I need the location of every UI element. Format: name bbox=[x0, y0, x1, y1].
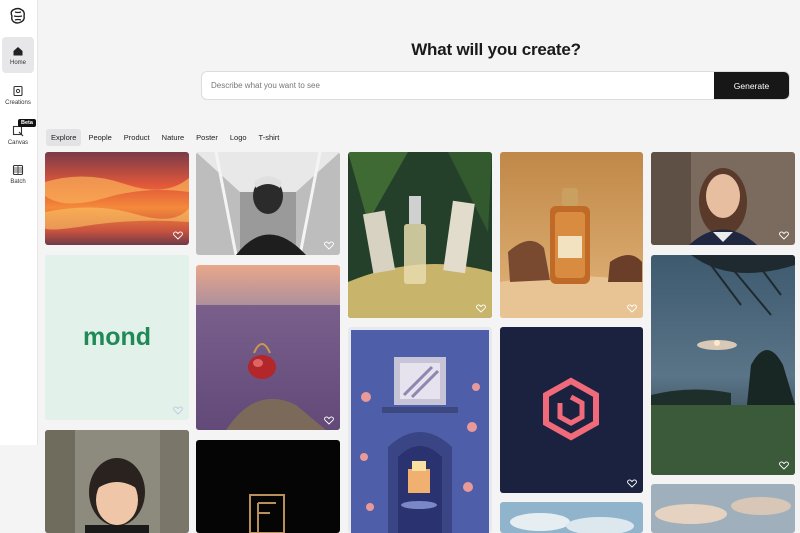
mond-logo-image: mond bbox=[83, 323, 151, 351]
favorite-heart-icon[interactable] bbox=[476, 304, 486, 313]
generate-button[interactable]: Generate bbox=[714, 72, 789, 99]
sidebar-item-label: Creations bbox=[5, 99, 31, 106]
sunset-clouds-image bbox=[45, 152, 189, 245]
perfume-gold-image bbox=[500, 152, 643, 318]
favorite-heart-icon[interactable] bbox=[779, 461, 789, 470]
category-tabs: Explore People Product Nature Poster Log… bbox=[46, 129, 284, 146]
gallery-card-serum-bottle[interactable] bbox=[348, 152, 492, 318]
gallery-card-perfume-lavender[interactable] bbox=[196, 265, 340, 430]
gold-letter-logo-image bbox=[249, 494, 285, 533]
sidebar-item-batch[interactable]: Batch bbox=[2, 156, 34, 192]
tab-product[interactable]: Product bbox=[119, 129, 155, 146]
moonlit-landscape-image bbox=[651, 255, 795, 475]
favorite-heart-icon[interactable] bbox=[173, 406, 183, 415]
fireplace-illustration-image bbox=[351, 330, 489, 533]
prompt-bar: Generate bbox=[201, 71, 790, 100]
sky-clouds-image bbox=[500, 502, 643, 533]
gallery-card-man-portrait-bw[interactable] bbox=[196, 152, 340, 255]
gallery-card-sky-clouds[interactable] bbox=[500, 502, 643, 533]
gallery-card-girl-portrait[interactable] bbox=[45, 430, 189, 533]
serum-bottle-image bbox=[348, 152, 492, 318]
hexagon-logo-image bbox=[543, 377, 599, 441]
tab-poster[interactable]: Poster bbox=[191, 129, 223, 146]
gallery-card-fireplace-illustration[interactable] bbox=[348, 327, 492, 533]
tab-nature[interactable]: Nature bbox=[157, 129, 190, 146]
man-portrait-image bbox=[196, 152, 340, 255]
gallery-card-moonlit-landscape[interactable] bbox=[651, 255, 795, 475]
girl-portrait-image bbox=[45, 430, 189, 533]
prompt-input[interactable] bbox=[202, 72, 714, 99]
favorite-heart-icon[interactable] bbox=[779, 231, 789, 240]
sidebar-item-label: Home bbox=[9, 59, 26, 66]
gallery-card-sunset-clouds[interactable] bbox=[45, 152, 189, 245]
tab-people[interactable]: People bbox=[83, 129, 116, 146]
perfume-lavender-image bbox=[196, 265, 340, 430]
sidebar-item-label: Canvas bbox=[7, 139, 29, 146]
gallery-card-woman-portrait[interactable] bbox=[651, 152, 795, 245]
sidebar-item-home[interactable]: Home bbox=[2, 37, 34, 73]
tab-logo[interactable]: Logo bbox=[225, 129, 252, 146]
gallery-card-hexagon-logo[interactable] bbox=[500, 327, 643, 493]
gallery-card-perfume-gold[interactable] bbox=[500, 152, 643, 318]
sidebar: Home Creations Canvas Beta Batch bbox=[0, 0, 38, 445]
favorite-heart-icon[interactable] bbox=[324, 416, 334, 425]
gallery-card-gold-letter-logo[interactable] bbox=[196, 440, 340, 533]
evening-sky-image bbox=[651, 484, 795, 533]
tab-tshirt[interactable]: T-shirt bbox=[254, 129, 285, 146]
home-icon bbox=[13, 46, 23, 55]
image-icon bbox=[13, 85, 23, 96]
sidebar-item-creations[interactable]: Creations bbox=[2, 77, 34, 113]
gallery-card-mond-logo[interactable]: mond bbox=[45, 255, 189, 420]
mond-logo-text: mond bbox=[83, 323, 151, 351]
tab-explore[interactable]: Explore bbox=[46, 129, 82, 146]
woman-portrait-image bbox=[651, 152, 795, 245]
beta-badge: Beta bbox=[18, 119, 36, 127]
favorite-heart-icon[interactable] bbox=[173, 231, 183, 240]
brain-logo-icon[interactable] bbox=[9, 7, 27, 25]
gallery-card-evening-sky[interactable] bbox=[651, 484, 795, 533]
favorite-heart-icon[interactable] bbox=[324, 241, 334, 250]
favorite-heart-icon[interactable] bbox=[627, 479, 637, 488]
favorite-heart-icon[interactable] bbox=[627, 304, 637, 313]
page-title: What will you create? bbox=[411, 40, 581, 59]
sidebar-item-label: Batch bbox=[10, 178, 26, 185]
grid-icon bbox=[12, 164, 24, 175]
